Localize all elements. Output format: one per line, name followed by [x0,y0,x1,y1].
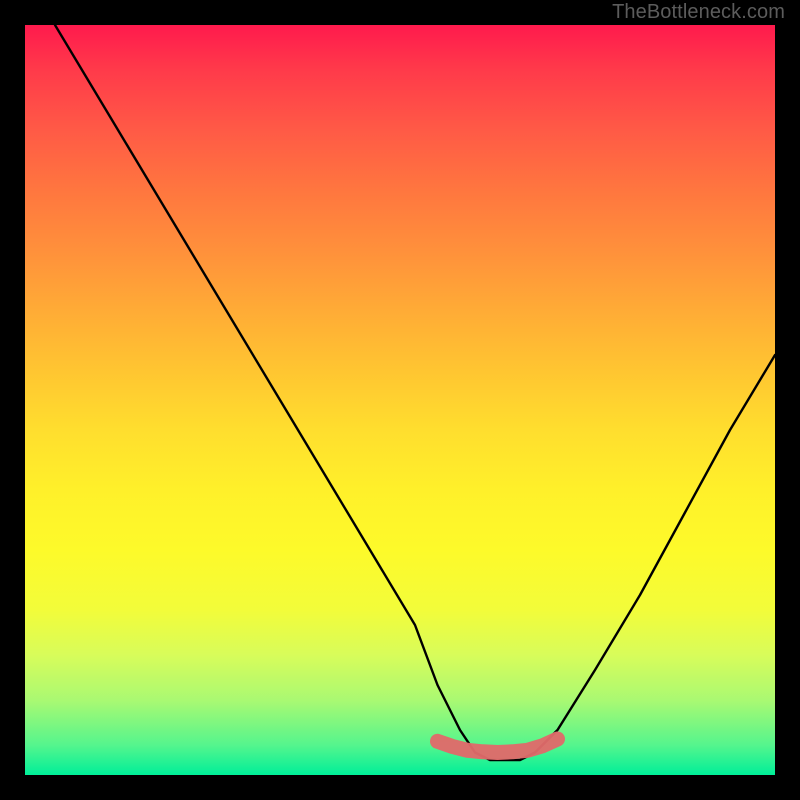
bottleneck-curve-path [55,25,775,760]
highlight-band-path [438,739,558,753]
gradient-plot-area [25,25,775,775]
watermark-text: TheBottleneck.com [612,1,785,24]
curve-svg [25,25,775,775]
chart-frame: TheBottleneck.com [0,0,800,800]
